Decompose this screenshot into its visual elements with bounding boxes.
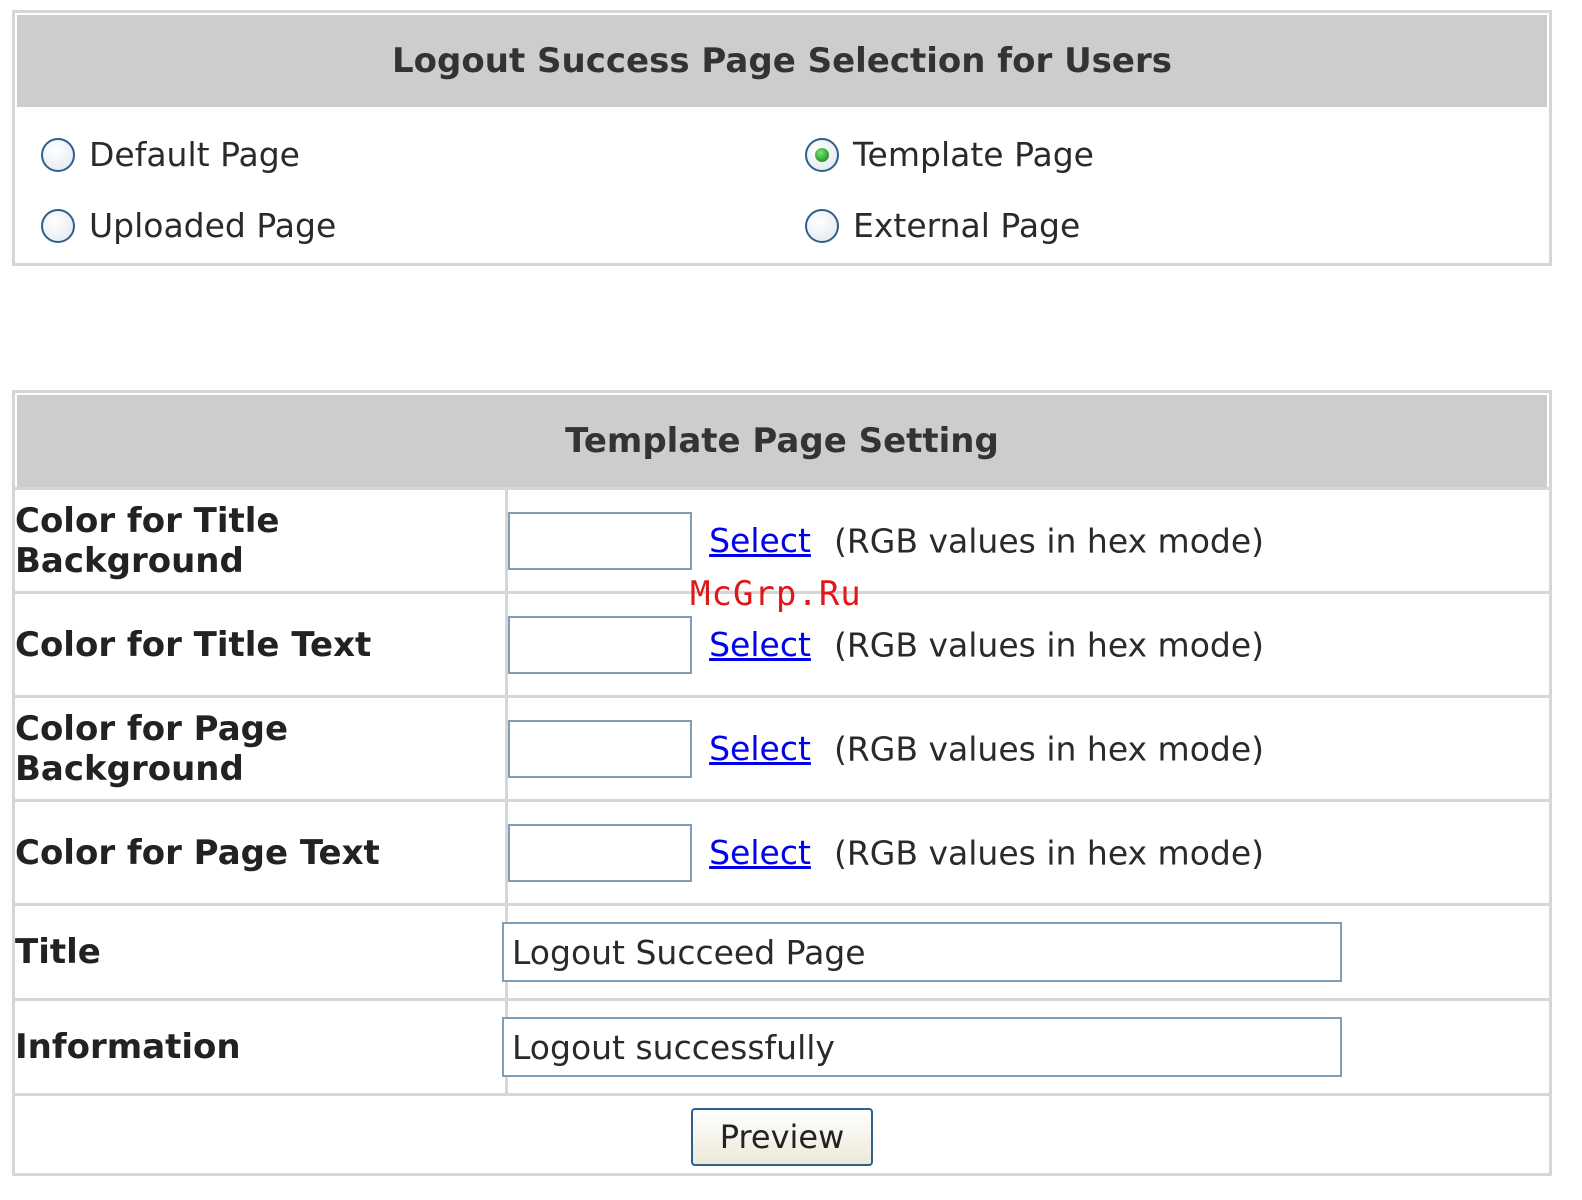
title-text-label: Color for Title Text <box>15 591 508 697</box>
title-text-select-link[interactable]: Select <box>709 625 811 664</box>
table-row: Color for Page Background Select (RGB va… <box>15 695 1549 801</box>
page-text-color-input[interactable] <box>508 823 692 882</box>
title-input[interactable] <box>502 922 1342 982</box>
radio-label-external-page: External Page <box>853 206 1081 245</box>
rgb-hint: (RGB values in hex mode) <box>834 521 1265 560</box>
radio-checked-icon[interactable] <box>805 137 839 172</box>
page-background-select-link[interactable]: Select <box>709 729 811 768</box>
rgb-hint: (RGB values in hex mode) <box>834 729 1265 768</box>
radio-unchecked-icon[interactable] <box>805 208 839 243</box>
selection-panel-title: Logout Success Page Selection for Users <box>17 15 1547 107</box>
title-background-color-input[interactable] <box>508 511 692 570</box>
radio-selected-dot-icon <box>815 147 829 162</box>
table-row: Title <box>15 903 1549 1000</box>
template-settings-panel: Template Page Setting Color for Title Ba… <box>12 390 1552 1178</box>
radio-template-page[interactable]: Template Page <box>805 135 1094 174</box>
page-text-select-link[interactable]: Select <box>709 833 811 872</box>
radio-label-uploaded-page: Uploaded Page <box>89 206 337 245</box>
radio-label-default-page: Default Page <box>89 135 300 174</box>
page-background-color-input[interactable] <box>508 719 692 778</box>
rgb-hint: (RGB values in hex mode) <box>834 625 1265 664</box>
watermark-text: McGrp.Ru <box>690 574 862 614</box>
information-label: Information <box>15 998 508 1095</box>
page-type-radio-group: Default Page Template Page Uploaded Page… <box>15 107 1549 257</box>
table-row: Information <box>15 998 1549 1095</box>
template-settings-title: Template Page Setting <box>17 395 1547 487</box>
title-label: Title <box>15 903 508 1000</box>
title-background-label: Color for Title Background <box>15 487 508 593</box>
information-input[interactable] <box>502 1017 1342 1077</box>
radio-uploaded-page[interactable]: Uploaded Page <box>41 206 336 245</box>
title-text-color-input[interactable] <box>508 615 692 674</box>
radio-unchecked-icon[interactable] <box>41 137 75 172</box>
page-text-label: Color for Page Text <box>15 799 508 905</box>
rgb-hint: (RGB values in hex mode) <box>834 833 1265 872</box>
selection-panel: Logout Success Page Selection for Users … <box>12 10 1552 266</box>
radio-unchecked-icon[interactable] <box>41 208 75 243</box>
radio-label-template-page: Template Page <box>853 135 1094 174</box>
table-row: Preview <box>15 1093 1549 1178</box>
table-row: Color for Page Text Select (RGB values i… <box>15 799 1549 905</box>
title-background-select-link[interactable]: Select <box>709 521 811 560</box>
radio-external-page[interactable]: External Page <box>805 206 1080 245</box>
page-background-label: Color for Page Background <box>15 695 508 801</box>
radio-default-page[interactable]: Default Page <box>41 135 300 174</box>
preview-button[interactable]: Preview <box>691 1108 873 1166</box>
